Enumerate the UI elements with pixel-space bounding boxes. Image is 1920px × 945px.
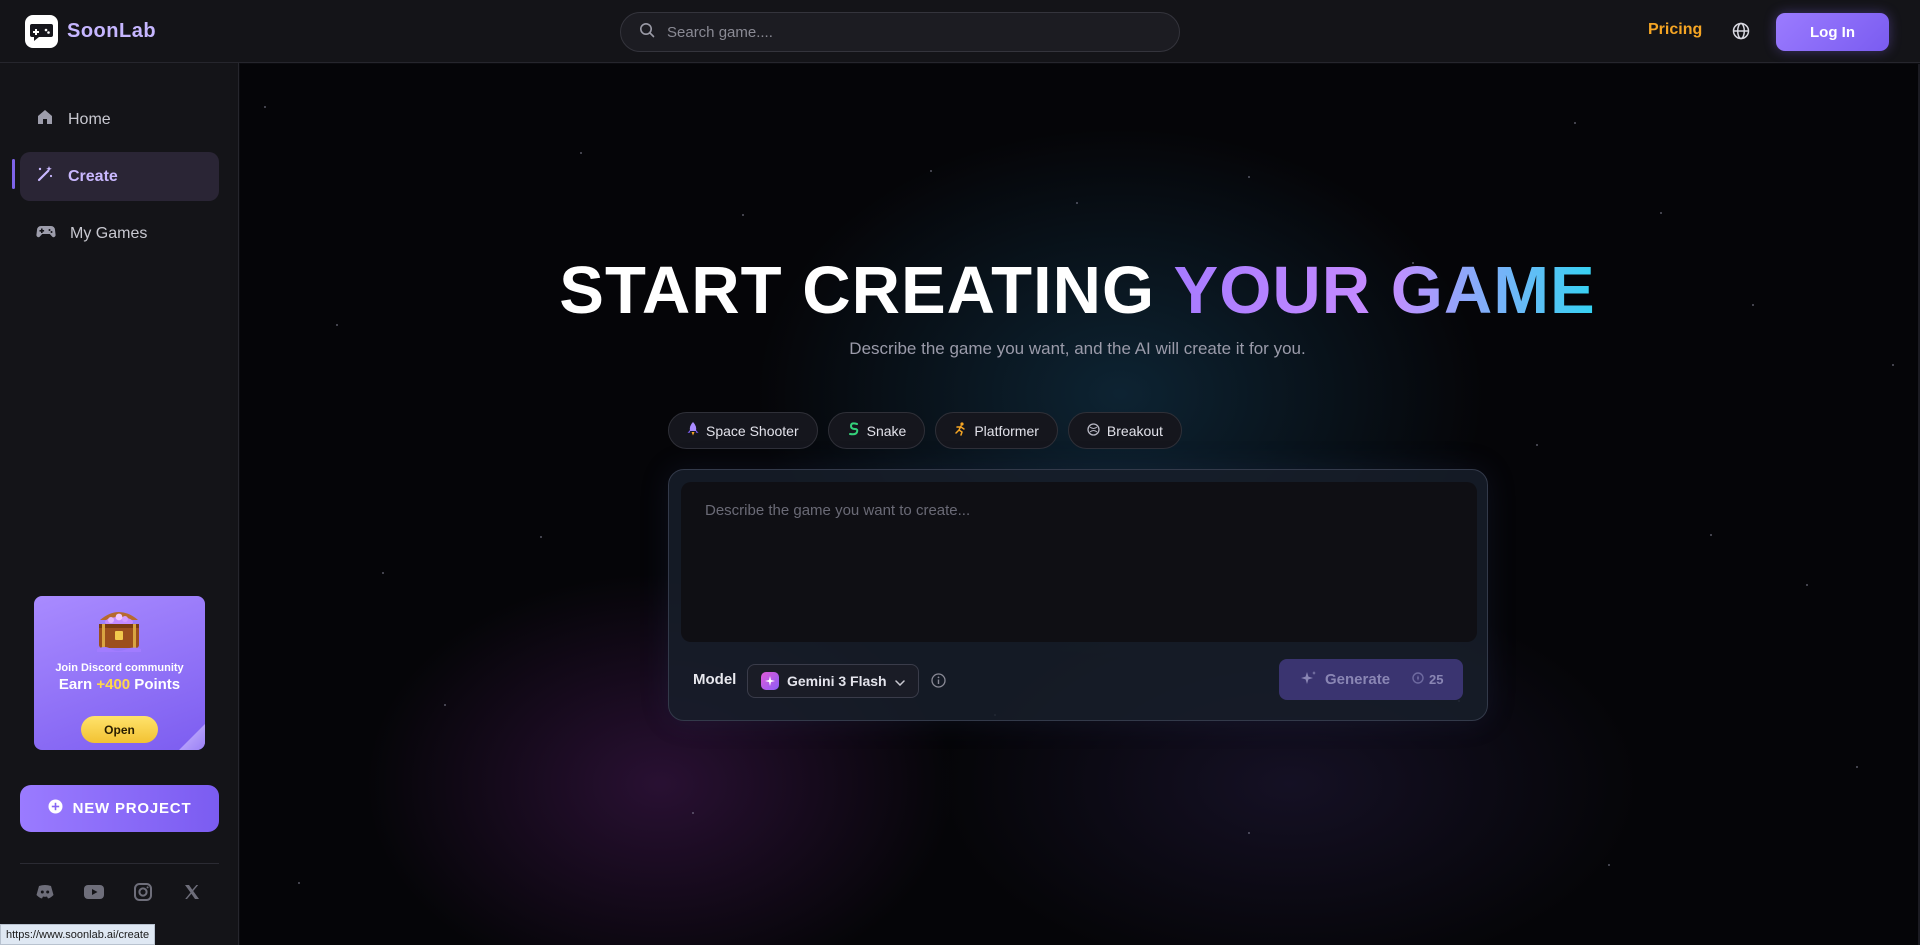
- model-value: Gemini 3 Flash: [787, 673, 887, 689]
- x-icon[interactable]: [181, 881, 203, 903]
- promo-reward-prefix: Earn: [58, 676, 97, 693]
- treasure-chest-icon: [94, 602, 144, 659]
- discord-icon[interactable]: [34, 881, 56, 903]
- sidebar-item-create[interactable]: Create: [20, 152, 219, 201]
- magic-wand-icon: [36, 165, 54, 188]
- coin-icon: [1412, 672, 1424, 687]
- promo-reward: Earn +400 Points: [34, 676, 205, 693]
- chevron-down-icon: [894, 673, 905, 689]
- new-project-label: NEW PROJECT: [72, 800, 192, 817]
- youtube-icon[interactable]: [83, 881, 105, 903]
- gamepad-icon: [36, 223, 56, 244]
- model-select[interactable]: Gemini 3 Flash: [747, 664, 919, 698]
- promo-title: Join Discord community: [55, 662, 184, 674]
- generate-button[interactable]: Generate 25: [1279, 659, 1463, 700]
- generate-cost: 25: [1412, 672, 1444, 687]
- instagram-icon[interactable]: [132, 881, 154, 903]
- hero-title-plain: START CREATING: [559, 253, 1174, 328]
- chip-label: Breakout: [1106, 422, 1163, 439]
- info-icon[interactable]: [931, 673, 946, 693]
- hero-title: START CREATING YOUR GAME: [240, 252, 1915, 329]
- search-input[interactable]: [667, 23, 1147, 41]
- login-button[interactable]: Log In: [1776, 13, 1889, 51]
- sparkles-icon: [1301, 670, 1317, 690]
- sidebar-item-label: Home: [68, 110, 111, 128]
- plus-circle-icon: [48, 799, 63, 818]
- globe-icon[interactable]: [1731, 21, 1751, 46]
- hero-subtitle: Describe the game you want, and the AI w…: [849, 339, 1306, 358]
- rocket-icon: [687, 422, 699, 439]
- generate-cost-value: 25: [1429, 672, 1444, 687]
- template-chip-space-shooter[interactable]: Space Shooter: [668, 412, 818, 449]
- snake-icon: [847, 422, 860, 439]
- prompt-composer: Model Gemini 3 Flash Generate 25: [668, 469, 1488, 721]
- search-icon: [639, 22, 655, 43]
- chip-label: Snake: [866, 422, 907, 439]
- new-project-button[interactable]: NEW PROJECT: [20, 785, 219, 832]
- hero-title-gradient: YOUR GAME: [1173, 253, 1596, 328]
- sidebar: Home Create My Games Join Discord commun…: [0, 63, 239, 945]
- template-chip-breakout[interactable]: Breakout: [1067, 412, 1182, 449]
- search-bar[interactable]: [620, 12, 1180, 52]
- model-label: Model: [693, 671, 737, 688]
- promo-reward-suffix: Points: [130, 676, 181, 693]
- sidebar-item-home[interactable]: Home: [20, 95, 219, 144]
- gamepad-chat-icon: [25, 15, 58, 48]
- generate-label: Generate: [1325, 671, 1391, 688]
- runner-icon: [954, 422, 967, 439]
- chip-label: Platformer: [974, 422, 1039, 439]
- template-chip-platformer[interactable]: Platformer: [935, 412, 1058, 449]
- prompt-input[interactable]: [681, 482, 1477, 642]
- template-chips: Space Shooter Snake Platformer Breakout: [668, 412, 1182, 449]
- sidebar-item-label: Create: [68, 167, 118, 185]
- promo-page-fold: [179, 724, 205, 750]
- chip-label: Space Shooter: [706, 422, 799, 439]
- top-bar: SoonLab Pricing Log In: [0, 0, 1920, 63]
- brand-name: SoonLab: [67, 20, 157, 42]
- discord-promo-card[interactable]: Join Discord community Earn +400 Points …: [34, 596, 205, 750]
- ball-icon: [1087, 422, 1100, 439]
- home-icon: [36, 108, 54, 131]
- template-chip-snake[interactable]: Snake: [827, 412, 926, 449]
- promo-open-button[interactable]: Open: [81, 716, 158, 743]
- link-status-bar: https://www.soonlab.ai/create: [0, 924, 156, 945]
- main-content: START CREATING YOUR GAME Describe the ga…: [240, 64, 1920, 945]
- brand[interactable]: SoonLab: [25, 15, 156, 48]
- social-links: [34, 881, 203, 903]
- sidebar-item-my-games[interactable]: My Games: [20, 209, 219, 258]
- pricing-link[interactable]: Pricing: [1648, 21, 1702, 39]
- sidebar-item-label: My Games: [70, 224, 148, 242]
- divider: [20, 863, 219, 864]
- active-indicator: [12, 159, 15, 189]
- promo-reward-points: +400: [96, 676, 131, 693]
- sparkle-icon: [761, 672, 779, 690]
